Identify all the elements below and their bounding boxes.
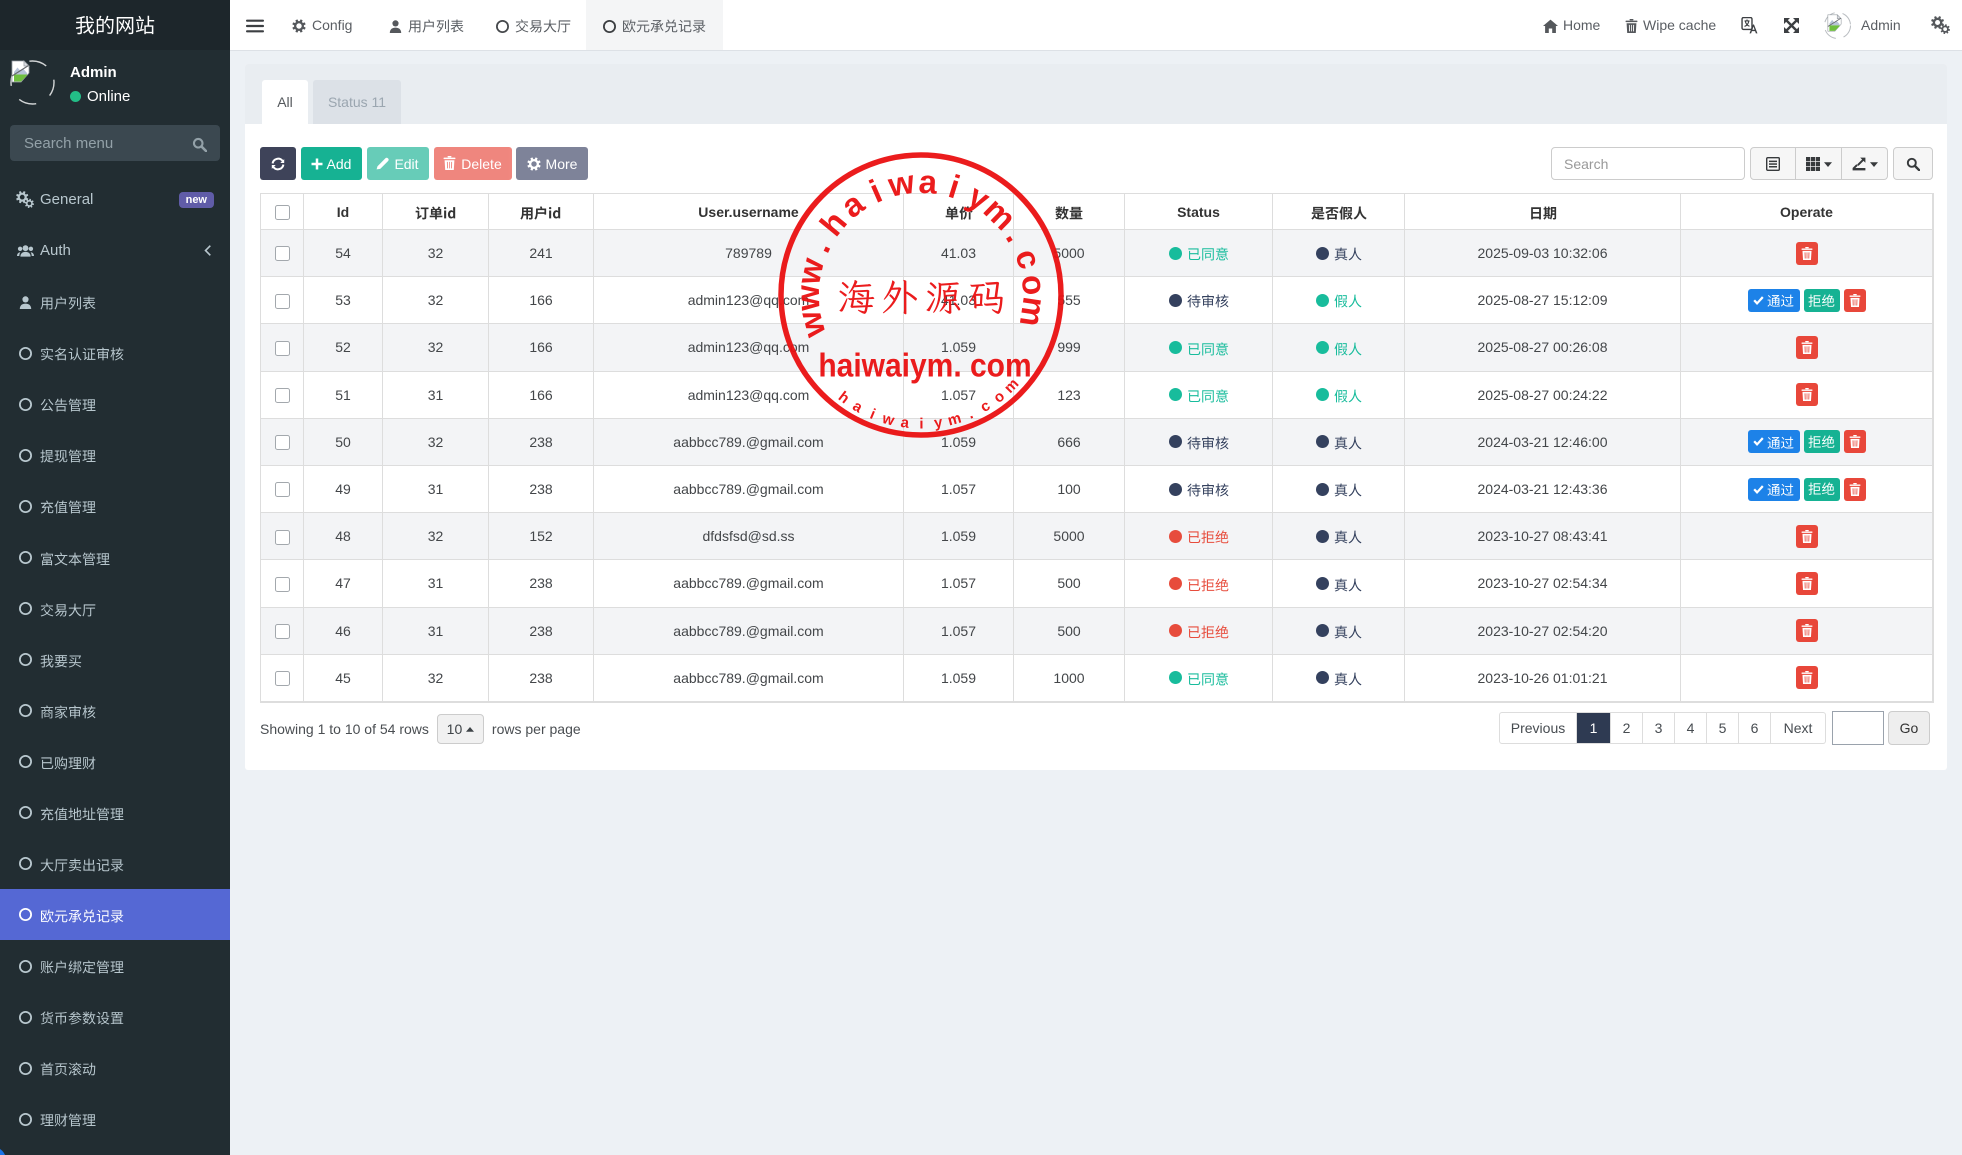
svg-text:i: i <box>867 406 877 423</box>
svg-text:haiwaiym. com: haiwaiym. com <box>818 346 1031 384</box>
svg-text:w: w <box>884 163 917 204</box>
svg-text:w: w <box>789 284 827 312</box>
svg-text:.: . <box>965 405 975 422</box>
svg-text:c: c <box>1008 244 1049 273</box>
svg-text:y: y <box>933 414 944 432</box>
svg-text:.: . <box>800 234 837 258</box>
svg-text:m: m <box>1013 295 1054 329</box>
svg-text:a: a <box>918 163 939 201</box>
svg-text:i: i <box>945 167 965 205</box>
svg-text:a: a <box>900 414 911 432</box>
svg-text:i: i <box>864 172 887 210</box>
svg-text:i: i <box>919 415 923 432</box>
svg-text:o: o <box>1015 273 1054 296</box>
svg-text:c: c <box>977 397 993 416</box>
svg-text:w: w <box>789 254 831 288</box>
svg-text:w: w <box>790 307 833 343</box>
svg-text:w: w <box>880 410 897 430</box>
svg-text:m: m <box>946 410 963 430</box>
